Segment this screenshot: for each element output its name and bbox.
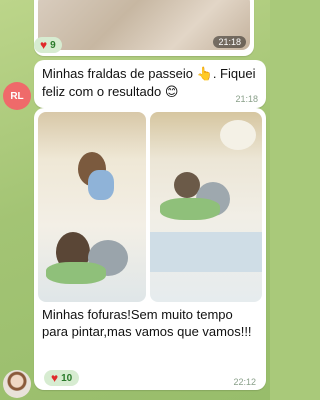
reaction-count: 9 [50,39,56,51]
message-time: 21:18 [213,36,246,48]
photo-message[interactable]: 21:18 [34,0,254,56]
painted-figure [46,262,106,284]
painted-figure [150,232,262,272]
message-time: 21:18 [235,94,258,104]
painted-figure [88,170,114,200]
heart-icon: ♥ [51,371,59,385]
reaction-badge[interactable]: ♥ 10 [44,370,80,386]
message-caption: Minhas fofuras!Sem muito tempo para pint… [42,307,252,339]
avatar[interactable]: RL [3,82,31,110]
reaction-count: 10 [61,372,73,384]
photo-message[interactable]: Minhas fofuras!Sem muito tempo para pint… [34,108,266,390]
painted-figure [160,198,220,220]
reaction-badge[interactable]: ♥ 9 [34,37,62,53]
text-message[interactable]: Minhas fraldas de passeio 👆. Fiquei feli… [34,60,266,108]
heart-icon: ♥ [40,38,48,52]
message-text: Minhas fraldas de passeio 👆. Fiquei feli… [42,66,256,99]
avatar[interactable] [3,370,31,398]
message-photo[interactable] [38,112,146,302]
message-photo[interactable] [150,112,262,302]
painted-figure [220,120,256,150]
photo-album [38,112,262,302]
message-time: 22:12 [233,377,256,387]
